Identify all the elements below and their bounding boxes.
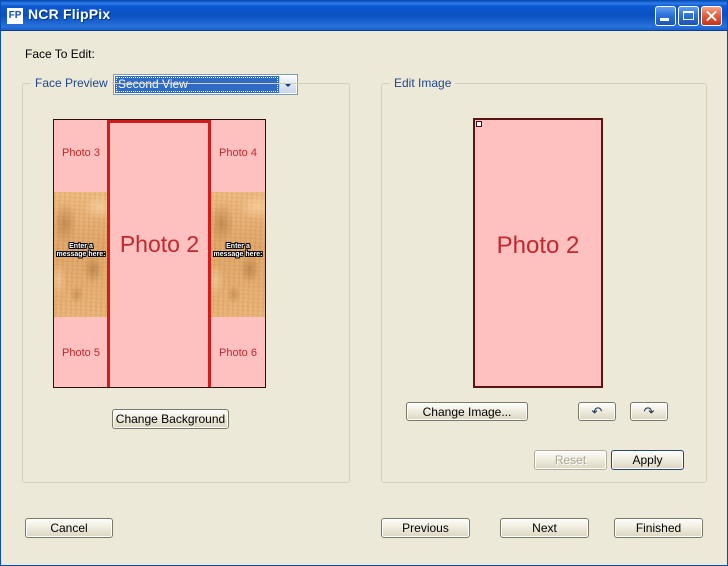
preview-panel-right[interactable]: Photo 4 Enter a message here: Photo 6 [211, 120, 265, 387]
edit-image-group: Edit Image Photo 2 Change Image... ↶ ↷ R… [381, 76, 707, 483]
preview-watermark-right-line1: Enter a [226, 243, 250, 250]
close-icon [706, 10, 717, 22]
face-preview-group: Face Preview Photo 3 Enter a message her… [22, 76, 350, 483]
preview-label-photo-4: Photo 4 [219, 147, 257, 159]
edit-image-canvas[interactable]: Photo 2 [473, 118, 603, 388]
window-title: NCR FlipPix [28, 6, 111, 22]
face-preview-title: Face Preview [31, 76, 112, 90]
minimize-icon [660, 18, 669, 21]
preview-divider-left [107, 120, 110, 387]
maximize-icon [683, 11, 694, 20]
change-background-button[interactable]: Change Background [112, 409, 229, 429]
redo-button[interactable]: ↷ [630, 402, 668, 421]
preview-label-photo-3: Photo 3 [62, 147, 100, 159]
preview-texture-right: Enter a message here: [211, 192, 265, 317]
title-bar: FP NCR FlipPix [1, 1, 727, 31]
resize-handle-top-left[interactable] [476, 121, 482, 127]
edit-image-label: Photo 2 [496, 232, 580, 259]
preview-watermark-right-line2: message here: [213, 251, 263, 258]
maximize-button[interactable] [678, 6, 699, 26]
change-image-button[interactable]: Change Image... [406, 402, 528, 421]
undo-icon: ↶ [591, 404, 603, 419]
apply-button[interactable]: Apply [611, 450, 684, 470]
undo-button[interactable]: ↶ [578, 402, 616, 421]
preview-watermark-left-line1: Enter a [69, 243, 93, 250]
preview-label-photo-2: Photo 2 [119, 231, 200, 257]
face-preview-canvas[interactable]: Photo 3 Enter a message here: Photo 5 Ph… [53, 119, 266, 388]
preview-center-top-rule [108, 120, 211, 123]
preview-panel-left[interactable]: Photo 3 Enter a message here: Photo 5 [54, 120, 108, 387]
cancel-button[interactable]: Cancel [25, 518, 113, 538]
reset-button[interactable]: Reset [534, 450, 607, 470]
redo-icon: ↷ [643, 404, 655, 419]
preview-label-photo-5: Photo 5 [62, 347, 100, 359]
minimize-button[interactable] [655, 6, 676, 26]
preview-watermark-left-line2: message here: [56, 251, 106, 258]
previous-button[interactable]: Previous [381, 518, 470, 538]
preview-divider-right [208, 120, 211, 387]
edit-image-title: Edit Image [390, 76, 456, 90]
face-to-edit-label: Face To Edit: [25, 47, 95, 61]
next-button[interactable]: Next [500, 518, 589, 538]
preview-panel-center[interactable]: Photo 2 [108, 120, 211, 387]
finished-button[interactable]: Finished [614, 518, 703, 538]
preview-texture-left: Enter a message here: [54, 192, 108, 317]
dialog-body: Face To Edit: Second View Face Preview P… [1, 31, 727, 565]
app-icon: FP [7, 8, 23, 24]
close-button[interactable] [701, 6, 722, 26]
application-window: FP NCR FlipPix Face To Edit: Second View… [0, 0, 728, 566]
preview-label-photo-6: Photo 6 [219, 347, 257, 359]
